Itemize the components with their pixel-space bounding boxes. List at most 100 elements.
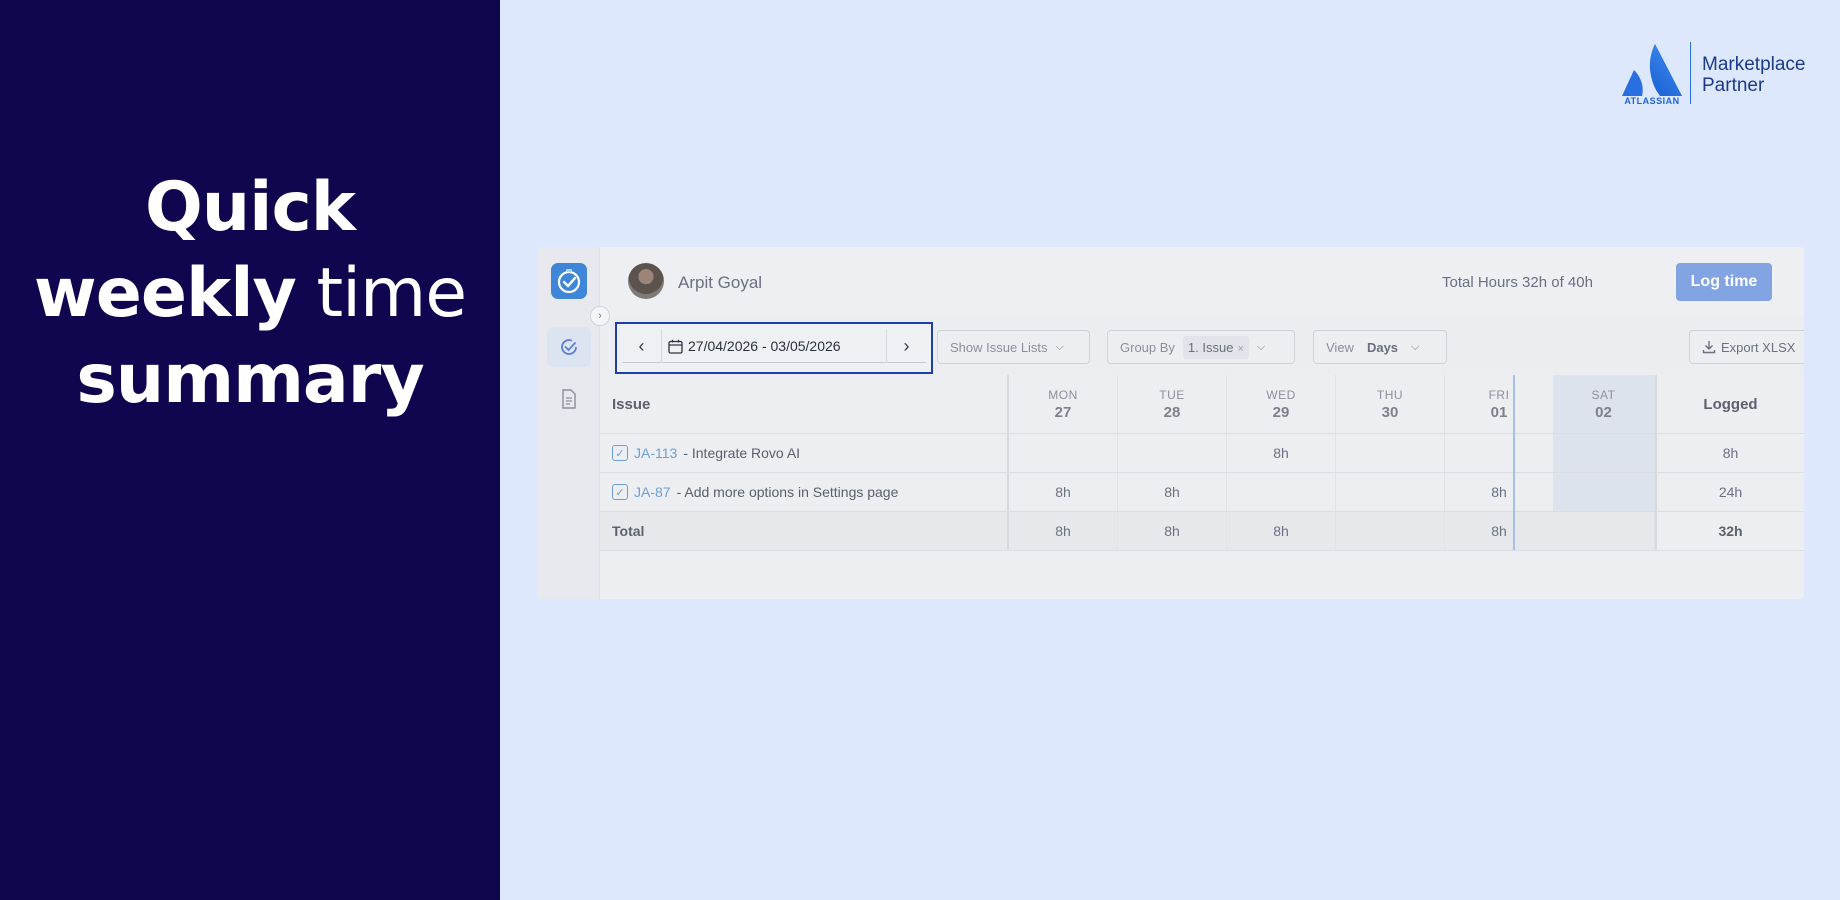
column-header-logged: Logged <box>1655 375 1804 433</box>
next-week-chevron-icon[interactable]: › <box>886 329 926 363</box>
group-by-value-text: 1. Issue <box>1187 339 1234 355</box>
day-name: TUE <box>1159 387 1185 402</box>
previous-week-chevron-icon[interactable]: ‹ <box>622 329 662 363</box>
headline-line-2-light: time <box>295 254 467 333</box>
atlassian-wordmark: ATLASSIAN <box>1624 96 1680 106</box>
clock-check-icon <box>557 269 581 294</box>
date-navigator-inner: ‹ 27/04/2026 - 03/05/2026 › <box>622 329 926 363</box>
table-total-row: Total 8h 8h 8h 8h 32h <box>600 512 1804 551</box>
column-header-day: SAT 02 <box>1553 375 1655 433</box>
group-by-label: Group By <box>1120 339 1175 355</box>
show-issue-lists-button[interactable]: Show Issue Lists ⌵ <box>937 330 1090 364</box>
chevron-down-icon: ⌵ <box>1256 340 1266 353</box>
document-icon <box>562 389 576 409</box>
view-label: View <box>1326 339 1354 355</box>
hours-cell[interactable]: 8h <box>1118 473 1227 511</box>
total-hours-cell: 8h <box>1227 512 1336 550</box>
log-time-button[interactable]: Log time <box>1676 263 1772 301</box>
column-header-day: MON 27 <box>1009 375 1118 433</box>
total-hours-cell: 8h <box>1118 512 1227 550</box>
hours-cell[interactable] <box>1009 434 1118 472</box>
total-hours-text: Total Hours 32h of 40h <box>1442 274 1593 291</box>
app-header: Arpit Goyal Total Hours 32h of 40h Log t… <box>600 247 1804 317</box>
date-range-picker[interactable]: 27/04/2026 - 03/05/2026 <box>668 338 841 354</box>
column-header-day: WED 29 <box>1227 375 1336 433</box>
headline-line-3: summary <box>76 340 424 419</box>
hours-cell[interactable] <box>1445 434 1554 472</box>
date-navigator: ‹ 27/04/2026 - 03/05/2026 › <box>615 322 933 374</box>
group-by-value: 1. Issue × <box>1182 335 1249 359</box>
total-hours-cell: 8h <box>1445 512 1554 550</box>
day-name: FRI <box>1488 387 1510 402</box>
day-number: 02 <box>1595 403 1612 421</box>
badge-divider <box>1690 42 1691 104</box>
export-xlsx-label: Export XLSX <box>1721 339 1796 355</box>
toolbar: ‹ 27/04/2026 - 03/05/2026 › Show Issue L… <box>600 317 1804 375</box>
hours-cell[interactable]: 8h <box>1445 473 1554 511</box>
headline-line-2: weekly time <box>0 251 500 337</box>
headline: Quick weekly time summary <box>0 165 500 423</box>
total-label: Total <box>600 512 1009 550</box>
day-number: 28 <box>1163 403 1181 421</box>
column-header-day: FRI 01 <box>1445 375 1554 433</box>
badge-line-1: Marketplace <box>1702 54 1806 75</box>
day-name: SAT <box>1591 387 1616 402</box>
issue-title: - Integrate Rovo AI <box>683 445 801 461</box>
chevron-down-icon: ⌵ <box>1411 340 1420 353</box>
column-header-day: TUE 28 <box>1118 375 1227 433</box>
export-xlsx-button[interactable]: Export XLSX <box>1689 330 1804 364</box>
avatar[interactable] <box>628 263 664 299</box>
hours-cell[interactable] <box>1553 473 1655 511</box>
date-range-text: 27/04/2026 - 03/05/2026 <box>688 338 841 354</box>
timesheet-app: › Arpit Goyal Total Hours 32h of 40h Log… <box>538 247 1804 599</box>
hours-cell[interactable] <box>1553 434 1655 472</box>
marketplace-partner-badge: ATLASSIAN Marketplace Partner <box>1620 38 1820 108</box>
table-row[interactable]: ✓ JA-87 - Add more options in Settings pag… <box>600 473 1804 512</box>
logged-cell: 24h <box>1655 473 1804 511</box>
column-header-issue: Issue <box>600 375 1009 433</box>
hours-cell[interactable]: 8h <box>1227 434 1336 472</box>
table-header-row: Issue MON 27 TUE 28 WED 29 THU 30 FRI 01 SAT 02 Logge… <box>600 375 1804 434</box>
view-select[interactable]: View Days ⌵ <box>1313 330 1447 364</box>
issue-cell: ✓ JA-87 - Add more options in Settings pag… <box>600 473 1009 511</box>
column-header-day: THU 30 <box>1336 375 1445 433</box>
issue-title: - Add more options in Settings page <box>676 484 899 500</box>
hours-cell[interactable] <box>1227 473 1336 511</box>
issue-key-link[interactable]: JA-113 <box>634 445 677 461</box>
user-name: Arpit Goyal <box>678 273 763 292</box>
total-hours-cell <box>1553 512 1655 550</box>
check-circle-icon <box>561 339 577 355</box>
left-panel: Quick weekly time summary <box>0 0 500 900</box>
download-icon <box>1702 341 1716 354</box>
view-value: Days <box>1366 339 1399 355</box>
today-column-indicator <box>1513 375 1515 550</box>
day-name: WED <box>1266 387 1296 402</box>
hours-cell[interactable] <box>1336 434 1445 472</box>
sidebar-item-timesheet[interactable] <box>547 327 591 367</box>
day-name: THU <box>1376 387 1404 402</box>
app-sidebar <box>538 247 600 599</box>
expand-sidebar-chevron-icon[interactable]: › <box>590 306 610 326</box>
task-checkbox-icon: ✓ <box>612 484 628 500</box>
sidebar-item-reports[interactable] <box>547 379 591 419</box>
issue-key-link[interactable]: JA-87 <box>634 484 671 500</box>
group-by-select[interactable]: Group By 1. Issue × ⌵ <box>1107 330 1295 364</box>
task-checkbox-icon: ✓ <box>612 445 628 461</box>
badge-line-2: Partner <box>1702 75 1765 96</box>
day-name: MON <box>1048 387 1078 402</box>
issue-cell: ✓ JA-113 - Integrate Rovo AI <box>600 434 1009 472</box>
total-hours-cell: 8h <box>1009 512 1118 550</box>
clear-group-by-icon[interactable]: × <box>1237 343 1243 355</box>
headline-line-1: Quick <box>144 168 356 247</box>
table-row[interactable]: ✓ JA-113 - Integrate Rovo AI 8h 8h <box>600 434 1804 473</box>
logged-cell: 8h <box>1655 434 1804 472</box>
hours-cell[interactable] <box>1118 434 1227 472</box>
total-logged-cell: 32h <box>1655 512 1804 550</box>
day-number: 29 <box>1272 403 1290 421</box>
hours-cell[interactable] <box>1336 473 1445 511</box>
show-issue-lists-label: Show Issue Lists <box>950 339 1048 355</box>
headline-line-2-bold: weekly <box>33 254 297 333</box>
hours-cell[interactable]: 8h <box>1009 473 1118 511</box>
total-hours-cell <box>1336 512 1445 550</box>
app-logo-icon[interactable] <box>551 263 587 299</box>
